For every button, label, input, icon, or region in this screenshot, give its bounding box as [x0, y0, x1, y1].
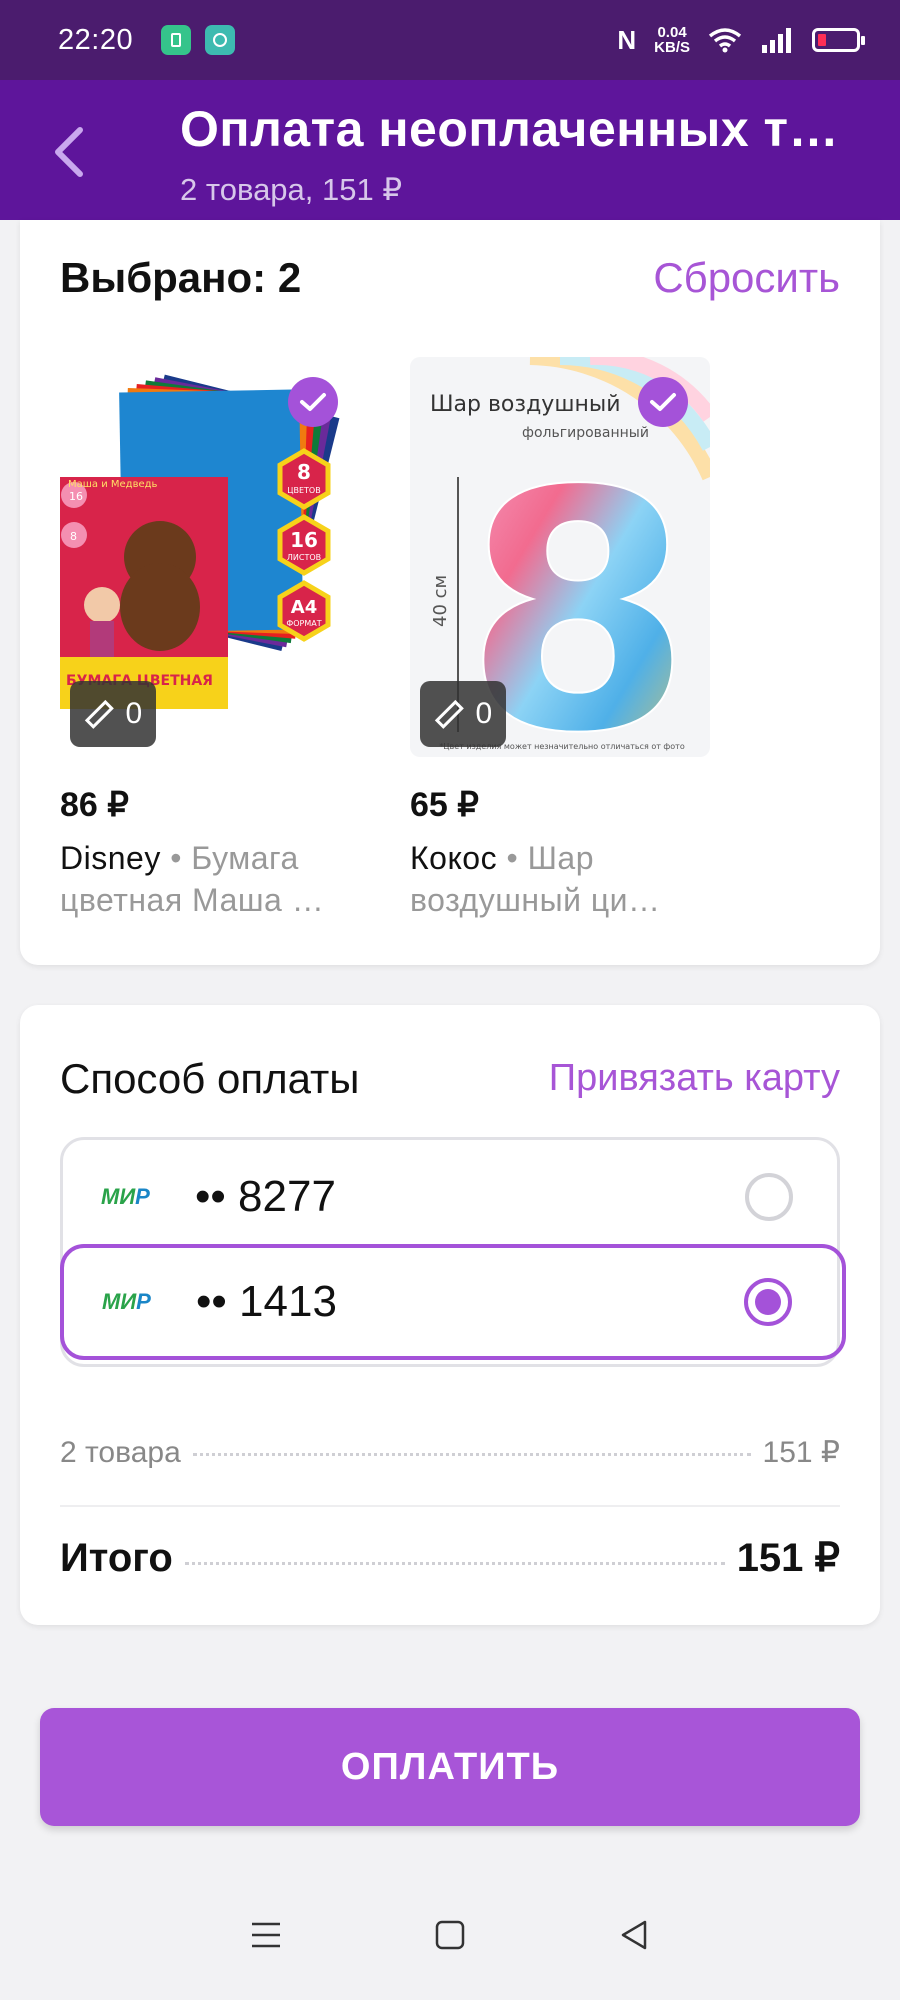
mir-logo-text-a: МИ — [101, 1184, 136, 1209]
mir-logo-text-a: МИ — [102, 1289, 137, 1314]
back-icon[interactable] — [617, 1918, 651, 1952]
radio-selected-icon[interactable] — [744, 1278, 792, 1326]
page-title: Оплата неоплаченных т… — [180, 101, 840, 157]
image-hex-text: 8 — [297, 460, 311, 484]
pay-button[interactable]: ОПЛАТИТЬ — [40, 1708, 860, 1826]
selected-products-card: Выбрано: 2 Сбросить Маша и Медведь 16 8 … — [20, 220, 880, 965]
product-price: 65 ₽ — [410, 786, 479, 824]
image-hex-text: ЛИСТОВ — [287, 553, 321, 562]
payment-method-option[interactable]: МИР •• 8277 — [63, 1140, 843, 1254]
link-card-button[interactable]: Привязать карту — [549, 1057, 840, 1100]
product-name: Кокос • Шар воздушный ци… — [410, 840, 661, 918]
payment-card: Способ оплаты Привязать карту МИР •• 827… — [20, 1005, 880, 1625]
image-size-text: 40 см — [430, 575, 451, 627]
speed-unit: KB/S — [654, 39, 690, 56]
payment-methods-list: МИР •• 8277 МИР •• 1413 — [60, 1137, 846, 1367]
image-badge-text: 16 — [69, 490, 83, 503]
selected-check-icon[interactable] — [638, 377, 688, 427]
speed-value: 0.04 — [657, 24, 687, 41]
product-image[interactable]: Шар воздушный фольгированный 40 см 8 *Цв… — [410, 357, 710, 757]
payment-method-option-selected[interactable]: МИР •• 1413 — [60, 1244, 846, 1360]
divider — [60, 1505, 840, 1507]
size-badge: 0 — [70, 681, 156, 747]
page-subtitle: 2 товара, 151 ₽ — [180, 172, 403, 207]
notification-chat-icon — [205, 25, 236, 55]
selected-check-icon[interactable] — [288, 377, 338, 427]
image-title-text: Шар воздушный — [430, 392, 621, 417]
size-badge: 0 — [420, 681, 506, 747]
image-hex-text: 16 — [290, 528, 318, 552]
mir-logo-text-b: Р — [135, 1184, 150, 1209]
system-nav-bar — [0, 1870, 900, 2000]
image-badge-text: 8 — [70, 530, 77, 543]
menu-icon[interactable] — [249, 1918, 283, 1952]
status-bar: 22:20 N 0.04 KB/S — [0, 0, 900, 80]
total-row: Итого 151 ₽ — [60, 1535, 840, 1581]
image-brand-text: Маша и Медведь — [68, 479, 158, 490]
notification-app-icon — [161, 25, 192, 55]
product-image[interactable]: Маша и Медведь 16 8 БУМАГА ЦВЕТНАЯ 8 ЦВЕ… — [60, 357, 360, 757]
mir-logo-icon: МИР — [101, 1184, 161, 1210]
dotted-leader — [192, 1453, 751, 1456]
image-hex-text: ФОРМАТ — [286, 619, 321, 628]
signal-icon — [762, 28, 791, 53]
home-icon[interactable] — [433, 1918, 467, 1952]
ruler-icon — [84, 699, 114, 729]
items-amount: 151 ₽ — [762, 1436, 840, 1469]
product-name: Disney • Бумага цветная Маша … — [60, 840, 325, 918]
back-arrow-icon[interactable] — [50, 124, 90, 180]
status-time: 22:20 — [58, 23, 134, 56]
product-price: 86 ₽ — [60, 786, 129, 824]
mir-logo-text-b: Р — [136, 1289, 151, 1314]
wifi-icon — [708, 28, 742, 53]
dotted-leader — [184, 1562, 725, 1565]
items-subtotal-row: 2 товара 151 ₽ — [60, 1435, 840, 1470]
total-label: Итого — [60, 1536, 173, 1580]
radio-icon[interactable] — [745, 1173, 793, 1221]
card-number: •• 1413 — [196, 1277, 337, 1326]
image-hex-text: ЦВЕТОВ — [287, 486, 320, 495]
app-header: Оплата неоплаченных т… 2 товара, 151 ₽ — [0, 80, 900, 220]
mir-logo-icon: МИР — [102, 1289, 162, 1315]
size-count: 0 — [475, 697, 493, 730]
battery-icon — [812, 28, 865, 52]
items-label: 2 товара — [60, 1436, 181, 1469]
product-card[interactable]: Шар воздушный фольгированный 40 см 8 *Цв… — [410, 357, 710, 921]
network-speed: 0.04 KB/S — [654, 25, 690, 55]
card-number: •• 8277 — [195, 1172, 336, 1221]
ruler-icon — [434, 699, 464, 729]
total-amount: 151 ₽ — [736, 1536, 840, 1580]
image-hex-text: А4 — [291, 597, 317, 618]
selected-count: Выбрано: 2 — [60, 254, 302, 301]
reset-button[interactable]: Сбросить — [653, 254, 840, 302]
product-brand: Кокос — [410, 840, 498, 876]
payment-method-title: Способ оплаты — [60, 1055, 360, 1102]
product-card[interactable]: Маша и Медведь 16 8 БУМАГА ЦВЕТНАЯ 8 ЦВЕ… — [60, 357, 360, 921]
product-brand: Disney — [60, 840, 161, 876]
size-count: 0 — [125, 697, 143, 730]
nfc-icon: N — [617, 24, 637, 55]
